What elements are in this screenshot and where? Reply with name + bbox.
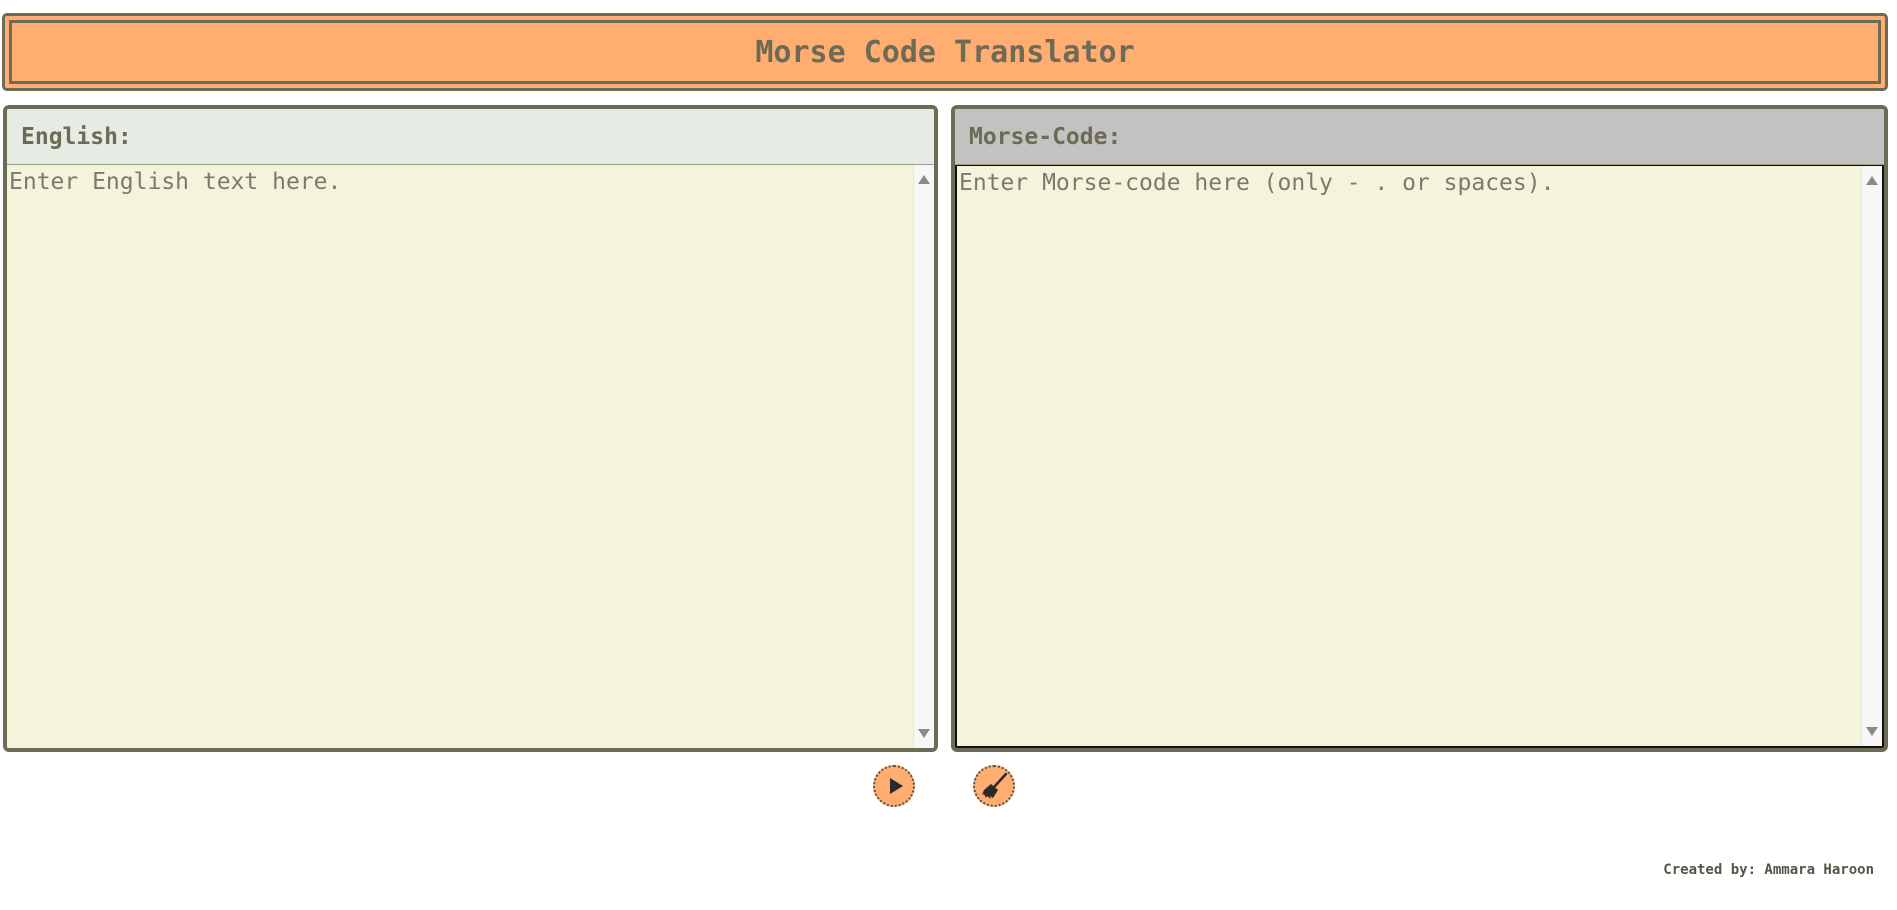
title-inner-frame: Morse Code Translator [9,20,1881,84]
morse-panel-header: Morse-Code: [955,109,1884,165]
scroll-down-arrow-icon[interactable] [1866,727,1878,736]
scroll-up-arrow-icon[interactable] [918,175,930,184]
morse-input[interactable] [957,166,1882,746]
english-panel-header: English: [7,109,934,165]
english-textarea-wrap [7,165,934,748]
english-panel: English: [3,105,938,752]
english-label: English: [21,123,132,150]
scroll-down-arrow-icon[interactable] [918,729,930,738]
morse-label: Morse-Code: [969,123,1122,150]
morse-textarea-wrap [955,165,1884,748]
translate-button[interactable] [873,765,915,807]
broom-icon [982,772,1008,799]
english-input[interactable] [7,165,934,748]
play-icon [889,778,903,794]
morse-panel: Morse-Code: [951,105,1888,752]
credit-text: Created by: Ammara Haroon [1663,862,1874,878]
scroll-up-arrow-icon[interactable] [1866,176,1878,185]
title-banner: Morse Code Translator [2,13,1888,91]
morse-scrollbar[interactable] [1861,166,1882,746]
clear-button[interactable] [973,765,1015,807]
english-scrollbar[interactable] [913,165,934,748]
page-title: Morse Code Translator [755,34,1135,70]
